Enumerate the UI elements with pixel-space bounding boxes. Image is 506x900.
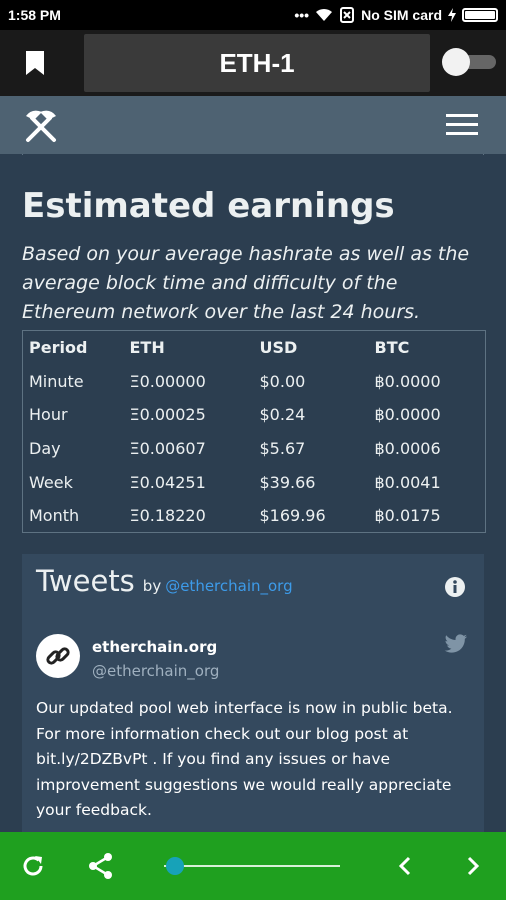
- info-icon[interactable]: [444, 576, 466, 598]
- header-eth: ETH: [129, 338, 165, 358]
- pickaxe-logo-icon[interactable]: [22, 106, 60, 144]
- earnings-description: Based on your average hashrate as well a…: [22, 243, 470, 323]
- btc-cell: ฿0.0000: [374, 405, 441, 425]
- table-row: Hour Ξ0.00025 $0.24 ฿0.0000: [23, 398, 486, 432]
- tweets-header: Tweets by @etherchain_org: [36, 564, 293, 598]
- usd-cell: $0.24: [259, 405, 306, 425]
- eth-cell: Ξ0.04251: [129, 472, 206, 492]
- btc-cell: ฿0.0175: [374, 505, 441, 525]
- eth-cell: Ξ0.00025: [129, 405, 206, 425]
- eth-cell: Ξ0.00000: [129, 371, 206, 391]
- charging-icon: [448, 8, 456, 22]
- chevron-right-icon: [467, 856, 480, 876]
- period-cell: Day: [29, 438, 61, 458]
- author-name[interactable]: etherchain.org: [92, 638, 217, 656]
- author-handle[interactable]: @etherchain_org: [92, 662, 219, 680]
- chevron-left-icon: [398, 856, 411, 876]
- tab-title: ETH-1: [219, 47, 295, 78]
- btc-cell: ฿0.0006: [374, 438, 441, 458]
- eth-cell: Ξ0.00607: [129, 438, 206, 458]
- table-header-row: Period ETH USD BTC: [23, 331, 486, 365]
- progress-slider[interactable]: [164, 857, 340, 875]
- share-button[interactable]: [84, 849, 118, 883]
- tweet-text: Our updated pool web interface is now in…: [36, 699, 453, 819]
- usd-cell: $39.66: [259, 472, 316, 492]
- site-navbar: [0, 96, 506, 154]
- status-bar: 1:58 PM ••• No SIM card: [0, 0, 506, 30]
- period-cell: Month: [29, 505, 80, 525]
- table-row: Week Ξ0.04251 $39.66 ฿0.0041: [23, 465, 486, 499]
- slider-track: [164, 865, 340, 867]
- back-button[interactable]: [388, 849, 422, 883]
- earnings-title: Estimated earnings: [22, 186, 395, 226]
- toggle-switch[interactable]: [442, 48, 498, 76]
- btc-cell: ฿0.0000: [374, 371, 441, 391]
- reload-button[interactable]: [16, 849, 50, 883]
- avatar[interactable]: [36, 634, 80, 678]
- reload-icon: [23, 856, 43, 876]
- header-usd: USD: [259, 338, 298, 358]
- tweets-title: Tweets: [36, 564, 135, 598]
- header-period: Period: [29, 338, 88, 358]
- header-btc: BTC: [374, 338, 410, 358]
- bottom-toolbar: [0, 832, 506, 900]
- tweets-widget: Tweets by @etherchain_org etherchain.org…: [22, 554, 484, 832]
- tweets-by-label: by: [142, 577, 162, 595]
- bookmark-button[interactable]: [0, 30, 70, 96]
- period-cell: Minute: [29, 371, 84, 391]
- bookmark-icon: [26, 51, 44, 75]
- usd-cell: $0.00: [259, 371, 306, 391]
- no-sim-icon: [340, 7, 355, 23]
- eth-cell: Ξ0.18220: [129, 505, 206, 525]
- chain-link-icon: [46, 647, 70, 665]
- btc-cell: ฿0.0041: [374, 472, 441, 492]
- wifi-icon: [316, 8, 333, 21]
- battery-icon: [462, 8, 498, 22]
- app-bar: ETH-1: [0, 30, 506, 96]
- tab-title-box[interactable]: ETH-1: [84, 34, 430, 92]
- twitter-bird-icon[interactable]: [444, 634, 468, 654]
- more-dots-icon: •••: [294, 7, 310, 23]
- tweets-handle-link[interactable]: @etherchain_org: [165, 577, 292, 595]
- table-row: Day Ξ0.00607 $5.67 ฿0.0006: [23, 432, 486, 466]
- earnings-table: Period ETH USD BTC Minute Ξ0.00000 $0.00…: [22, 330, 486, 533]
- usd-cell: $169.96: [259, 505, 326, 525]
- period-cell: Week: [29, 472, 73, 492]
- nav-divider: [22, 154, 484, 155]
- table-row: Month Ξ0.18220 $169.96 ฿0.0175: [23, 499, 486, 533]
- table-row: Minute Ξ0.00000 $0.00 ฿0.0000: [23, 365, 486, 399]
- hamburger-menu-icon[interactable]: [446, 113, 478, 137]
- status-time: 1:58 PM: [8, 7, 61, 23]
- no-sim-label: No SIM card: [361, 7, 442, 23]
- share-icon: [89, 853, 112, 879]
- period-cell: Hour: [29, 405, 68, 425]
- main-content: Estimated earnings Based on your average…: [0, 160, 506, 832]
- forward-button[interactable]: [456, 849, 490, 883]
- status-icons: ••• No SIM card: [294, 7, 498, 23]
- toggle-knob: [442, 48, 470, 76]
- usd-cell: $5.67: [259, 438, 306, 458]
- slider-thumb[interactable]: [165, 857, 184, 875]
